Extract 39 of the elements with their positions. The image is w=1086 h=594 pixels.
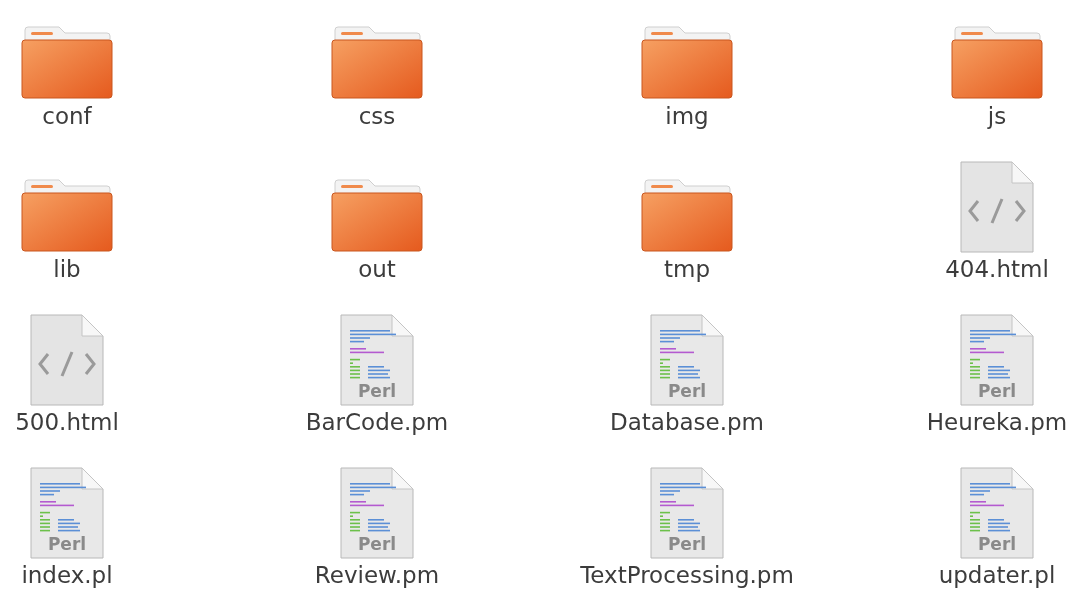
file-name[interactable]: 404.html [945,253,1049,285]
perl-file-icon[interactable] [30,467,104,559]
file-type-label: Perl [667,534,707,554]
file-name[interactable]: tmp [664,253,710,285]
file-type-label: Perl [977,381,1017,401]
code-file-icon[interactable] [30,314,104,406]
file-name[interactable]: Review.pm [314,559,440,591]
file-name[interactable]: lib [53,253,81,285]
code-file-icon[interactable] [960,161,1034,253]
folder-icon[interactable] [21,26,113,100]
file-name[interactable]: css [358,100,396,132]
file-type-label: Perl [667,381,707,401]
file-name[interactable]: out [358,253,396,285]
file-type-label: Perl [357,534,397,554]
perl-file-icon[interactable] [960,314,1034,406]
file-name[interactable]: Heureka.pm [926,406,1068,438]
perl-file-icon[interactable] [340,467,414,559]
folder-icon[interactable] [641,26,733,100]
perl-file-icon[interactable] [340,314,414,406]
perl-file-icon[interactable] [650,314,724,406]
file-name[interactable]: 500.html [15,406,119,438]
file-name[interactable]: conf [42,100,92,132]
file-name[interactable]: TextProcessing.pm [580,559,794,591]
file-type-label: Perl [47,534,87,554]
file-name[interactable]: index.pl [21,559,113,591]
file-name[interactable]: BarCode.pm [305,406,449,438]
folder-icon[interactable] [951,26,1043,100]
file-type-label: Perl [357,381,397,401]
file-name[interactable]: Database.pm [609,406,765,438]
file-name[interactable]: updater.pl [938,559,1056,591]
folder-icon[interactable] [641,179,733,253]
file-type-label: Perl [977,534,1017,554]
perl-file-icon[interactable] [960,467,1034,559]
folder-icon[interactable] [21,179,113,253]
file-name[interactable]: img [665,100,709,132]
folder-icon[interactable] [331,26,423,100]
file-name[interactable]: js [987,100,1007,132]
folder-icon[interactable] [331,179,423,253]
perl-file-icon[interactable] [650,467,724,559]
